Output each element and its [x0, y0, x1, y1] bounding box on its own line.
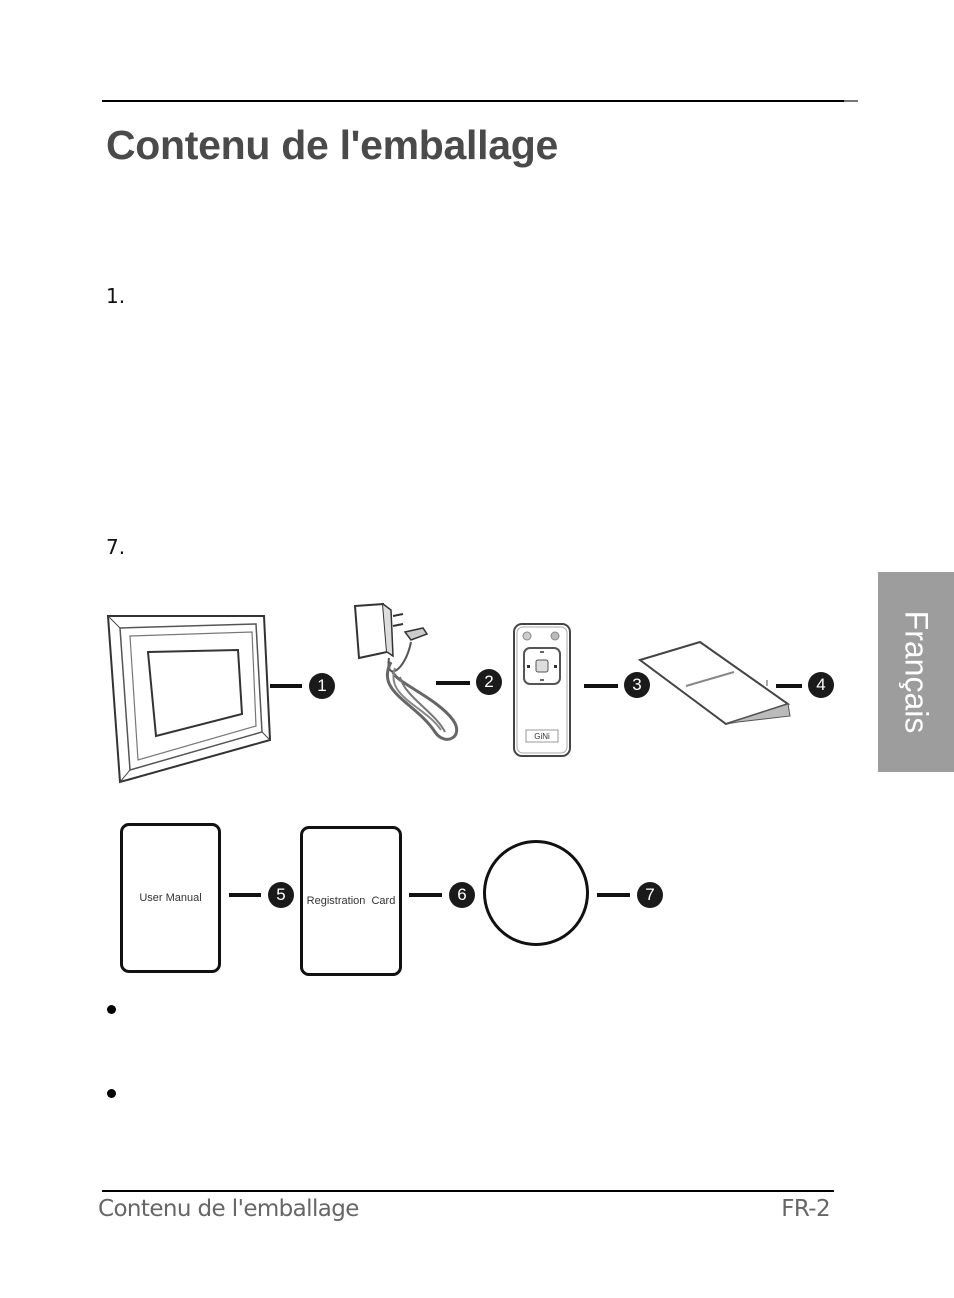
callout-badge-5: 5: [268, 882, 294, 908]
footer-section-title: Contenu de l'emballage: [98, 1196, 359, 1222]
list-number-first: 1.: [106, 284, 126, 308]
callout-line-2: [436, 681, 470, 685]
bullet-point: [107, 1089, 116, 1098]
remote-control-icon: GiNi: [513, 623, 571, 757]
language-tab-label: Français: [898, 610, 935, 734]
footer-page-number: FR-2: [781, 1196, 830, 1222]
quick-start-guide-icon: [637, 640, 791, 726]
callout-line-3: [584, 684, 618, 688]
header-rule: [102, 100, 844, 102]
list-number-last: 7.: [106, 535, 126, 559]
disc-icon: [483, 840, 589, 946]
callout-line-7: [597, 893, 630, 897]
callout-line-5: [229, 893, 261, 897]
page-title: Contenu de l'emballage: [106, 122, 558, 168]
callout-badge-6: 6: [449, 882, 475, 908]
callout-line-6: [409, 893, 442, 897]
ac-power-adapter-icon: [353, 602, 459, 741]
remote-brand-label: GiNi: [534, 732, 550, 741]
callout-badge-7: 7: [637, 882, 663, 908]
callout-badge-4: 4: [808, 672, 834, 698]
bullet-point: [107, 1005, 116, 1014]
callout-badge-1: 1: [309, 673, 335, 699]
callout-line-4: [776, 684, 802, 688]
header-rule-tail: [844, 100, 858, 102]
user-manual-card: User Manual: [120, 823, 221, 973]
footer-rule: [102, 1190, 834, 1192]
callout-line-1: [270, 684, 302, 688]
registration-card-label: Registration Card: [306, 895, 396, 907]
language-tab[interactable]: Français: [878, 572, 954, 772]
user-manual-label: User Manual: [139, 892, 202, 904]
registration-card: Registration Card: [300, 826, 402, 976]
callout-badge-2: 2: [476, 669, 502, 695]
digital-photo-frame-icon: [106, 615, 272, 784]
